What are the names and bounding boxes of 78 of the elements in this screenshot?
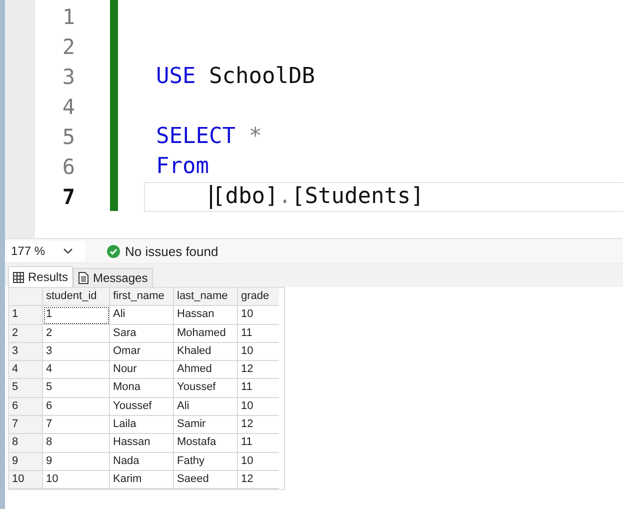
zoom-dropdown[interactable]: 177 % [5, 241, 85, 261]
table-cell: Youssef [110, 398, 174, 416]
table-cell: Mona [110, 379, 174, 398]
table-cell: Ahmed [174, 361, 238, 380]
code-editor[interactable]: 1 2 3 4 5 6 7 USE SchoolDB SELECT * From [dbo].[Students] [5, 0, 623, 239]
grid-icon [13, 272, 24, 282]
table-cell: Nour [110, 361, 174, 380]
row-number[interactable]: 4 [9, 361, 43, 380]
row-number[interactable]: 6 [9, 398, 43, 416]
sql-keyword: From [156, 154, 209, 179]
table-cell: 10 [238, 306, 279, 325]
line-number: 7 [61, 184, 75, 211]
results-tab[interactable]: Messages [73, 268, 153, 287]
table-cell: Samir [174, 416, 238, 434]
table-cell: Saeed [174, 470, 238, 490]
table-cell: Sara [110, 324, 174, 343]
table-cell: 10 [238, 452, 279, 471]
line-number: 2 [61, 34, 75, 61]
table-cell: 9 [43, 452, 110, 471]
table-cell: 10 [238, 398, 279, 416]
table-cell: Omar [110, 342, 174, 362]
table-cell: 8 [43, 434, 110, 453]
table-cell: 10 [43, 470, 110, 490]
sql-identifier: SchoolDB [209, 64, 315, 89]
table-cell: Youssef [174, 379, 238, 398]
column-header[interactable]: grade [238, 288, 279, 306]
table-cell: 10 [238, 342, 279, 362]
table-cell: Nada [110, 452, 174, 471]
column-header[interactable]: student_id [43, 288, 110, 306]
line-number: 4 [61, 94, 75, 121]
column-header[interactable]: first_name [110, 288, 174, 306]
table-cell: Fathy [174, 452, 238, 471]
table-cell: 6 [43, 398, 110, 416]
sql-operator: . [278, 184, 292, 209]
row-number[interactable]: 7 [9, 416, 43, 434]
table-cell: Hassan [110, 434, 174, 453]
table-cell: 11 [238, 434, 279, 453]
line-number: 5 [61, 124, 75, 151]
sql-keyword: SELECT [156, 124, 236, 149]
column-header[interactable]: last_name [174, 288, 238, 306]
table-cell: 4 [43, 361, 110, 380]
table-cell: 2 [43, 324, 110, 343]
sql-identifier: [dbo] [212, 184, 278, 209]
table-cell: Laila [110, 416, 174, 434]
table-cell: 3 [43, 342, 110, 362]
row-number[interactable]: 10 [9, 470, 43, 490]
line-number: 3 [61, 64, 75, 91]
row-number[interactable]: 9 [9, 452, 43, 471]
sql-operator: * [248, 124, 262, 149]
status-message: No issues found [125, 244, 218, 258]
sql-keyword: USE [156, 64, 196, 89]
row-number[interactable]: 5 [9, 379, 43, 398]
row-number[interactable]: 1 [9, 306, 43, 325]
line-number: 1 [61, 4, 75, 31]
sql-identifier: [Students] [291, 184, 424, 209]
table-cell: 12 [238, 470, 279, 490]
table-cell: Ali [174, 398, 238, 416]
table-cell: Karim [110, 470, 174, 490]
row-number[interactable]: 3 [9, 342, 43, 362]
table-cell: Mohamed [174, 324, 238, 343]
row-number[interactable]: 2 [9, 324, 43, 343]
table-cell: Mostafa [174, 434, 238, 453]
table-cell: Ali [110, 306, 174, 325]
table-cell: 11 [238, 379, 279, 398]
row-number[interactable]: 8 [9, 434, 43, 453]
table-cell: Hassan [174, 306, 238, 325]
chevron-down-icon [63, 248, 74, 254]
table-cell: 11 [238, 324, 279, 343]
table-cell: 7 [43, 416, 110, 434]
table-cell: 12 [238, 416, 279, 434]
check-circle-icon [107, 244, 120, 258]
table-cell: 12 [238, 361, 279, 380]
table-cell: 5 [43, 379, 110, 398]
document-icon [78, 272, 90, 284]
table-cell: 1 [43, 306, 110, 325]
table-cell: Khaled [174, 342, 238, 362]
results-tab[interactable]: Results [8, 266, 74, 287]
line-number: 6 [61, 154, 75, 181]
